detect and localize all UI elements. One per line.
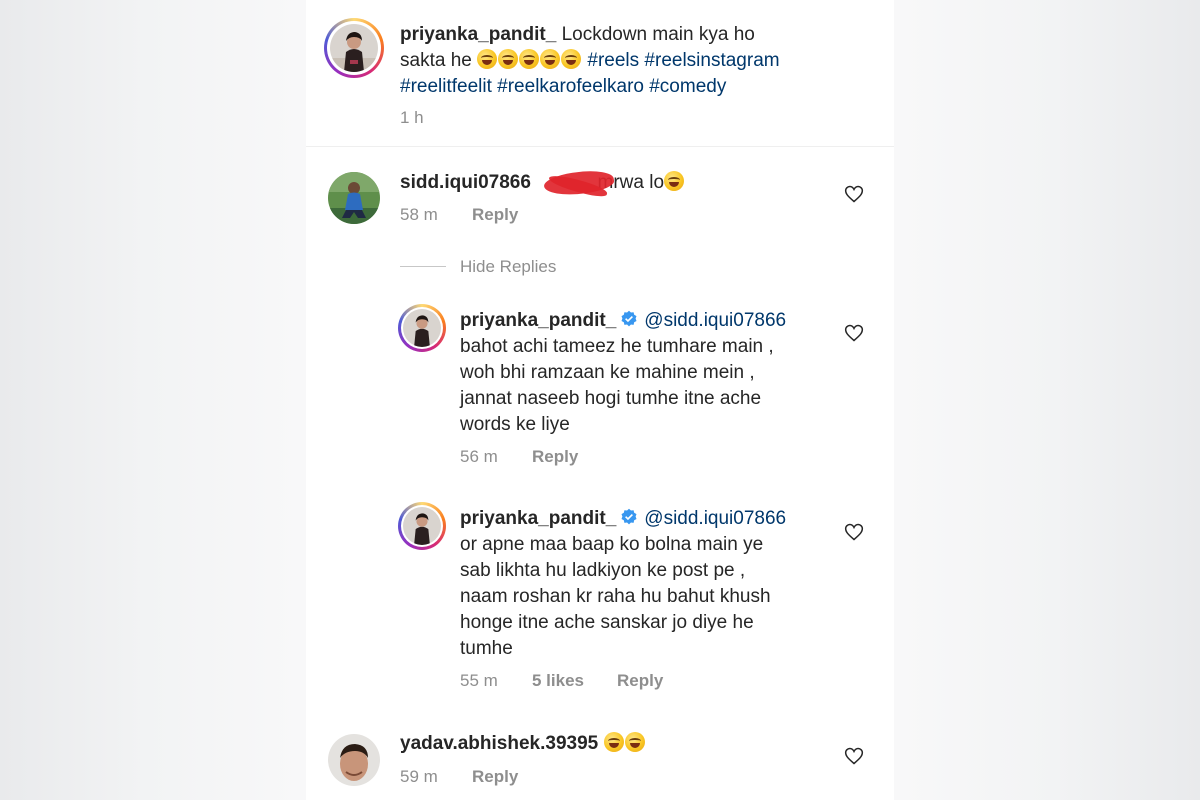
laughing-emoji-icon	[498, 49, 519, 69]
hide-replies-button[interactable]: Hide Replies	[460, 257, 556, 277]
reply-mention[interactable]: @sidd.iqui07866	[644, 310, 786, 331]
reply-mention[interactable]: @sidd.iqui07866	[644, 508, 786, 529]
verified-badge-icon	[621, 508, 637, 525]
caption-divider	[306, 146, 894, 147]
caption-line1: Lockdown main kya ho	[561, 24, 755, 45]
laughing-emoji-icon	[624, 732, 645, 752]
reply-line: tumhe	[460, 638, 513, 659]
laughing-emoji-icon	[540, 49, 561, 69]
reply-line: naam roshan kr raha hu bahut khush	[460, 586, 771, 607]
reply-likes-count[interactable]: 5 likes	[532, 671, 584, 691]
reply-avatar[interactable]	[398, 502, 446, 550]
reply-line: sab likhta hu ladkiyon ke post pe ,	[460, 560, 746, 581]
caption-hashtags-line2[interactable]: #reels #reelsinstagram	[587, 50, 779, 71]
laughing-emoji-icon	[664, 171, 685, 191]
reply-username[interactable]: priyanka_pandit_	[460, 310, 616, 331]
reply-line: honge itne ache sanskar jo diye he	[460, 612, 754, 633]
instagram-comments-screen: priyanka_pandit_ Lockdown main kya ho sa…	[306, 0, 894, 800]
heart-icon[interactable]	[844, 522, 864, 542]
commenter-avatar[interactable]	[328, 172, 380, 224]
comment-text: sidd.iqui07866 mrwa lo	[400, 170, 685, 196]
caption-line2: sakta he	[400, 50, 472, 71]
comment-text: yadav.abhishek.39395	[400, 731, 646, 757]
reply-avatar[interactable]	[398, 304, 446, 352]
comment-reply-button[interactable]: Reply	[472, 767, 518, 787]
reply-reply-button[interactable]: Reply	[617, 671, 663, 691]
caption-timestamp: 1 h	[400, 108, 424, 127]
comment-timestamp: 59 m	[400, 767, 438, 786]
reply-line: words ke liye	[460, 414, 570, 435]
laughing-emoji-icon	[477, 49, 498, 69]
reply-timestamp: 55 m	[460, 671, 498, 690]
reply-text: priyanka_pandit_ @sidd.iqui07866 or apne …	[460, 506, 840, 662]
commenter-avatar[interactable]	[328, 734, 380, 786]
reply-reply-button[interactable]: Reply	[532, 447, 578, 467]
comment-timestamp: 58 m	[400, 205, 438, 224]
reply-line: woh bhi ramzaan ke mahine mein ,	[460, 362, 755, 383]
reply-username[interactable]: priyanka_pandit_	[460, 508, 616, 529]
heart-icon[interactable]	[844, 184, 864, 204]
caption-emojis	[477, 49, 587, 71]
reply-text: priyanka_pandit_ @sidd.iqui07866 bahot ac…	[460, 308, 840, 438]
caption-avatar[interactable]	[324, 18, 384, 78]
heart-icon[interactable]	[844, 323, 864, 343]
reply-line: jannat naseeb hogi tumhe itne ache	[460, 388, 762, 409]
comment-username[interactable]: yadav.abhishek.39395	[400, 733, 598, 754]
verified-badge-icon	[621, 310, 637, 327]
comment-reply-button[interactable]: Reply	[472, 205, 518, 225]
reply-line: or apne maa baap ko bolna main ye	[460, 534, 764, 555]
caption-text: priyanka_pandit_ Lockdown main kya ho sa…	[400, 22, 870, 100]
comment-username[interactable]: sidd.iqui07866	[400, 172, 531, 193]
reply-line: bahot achi tameez he tumhare main ,	[460, 336, 774, 357]
caption-hashtags-line3[interactable]: #reelitfeelit #reelkarofeelkaro #comedy	[400, 76, 726, 97]
heart-icon[interactable]	[844, 746, 864, 766]
laughing-emoji-icon	[561, 49, 582, 69]
reply-timestamp: 56 m	[460, 447, 498, 466]
laughing-emoji-icon	[519, 49, 540, 69]
laughing-emoji-icon	[603, 732, 624, 752]
caption-username[interactable]: priyanka_pandit_	[400, 24, 556, 45]
hide-replies-line	[400, 266, 446, 267]
